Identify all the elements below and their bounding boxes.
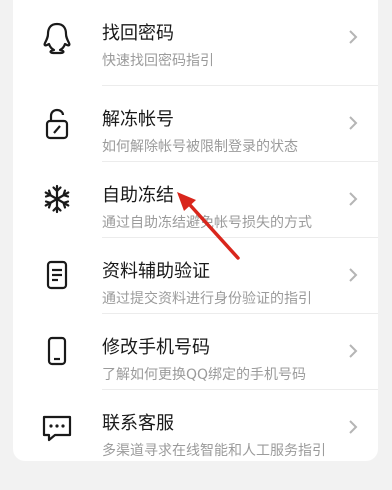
document-icon [39,257,75,293]
phone-icon [39,333,75,369]
chevron-right-icon [348,191,358,207]
menu-item-change-phone[interactable]: 修改手机号码 了解如何更换QQ绑定的手机号码 [13,314,378,389]
menu-item-document-verification[interactable]: 资料辅助验证 通过提交资料进行身份验证的指引 [13,238,378,313]
chevron-right-icon [348,115,358,131]
penguin-outline-icon [39,19,75,55]
chevron-right-icon [348,419,358,435]
item-title: 修改手机号码 [102,337,210,358]
item-title: 解冻帐号 [102,109,174,130]
item-title: 资料辅助验证 [102,261,210,282]
item-title: 找回密码 [102,23,174,44]
menu-item-unfreeze-account[interactable]: 解冻帐号 如何解除帐号被限制登录的状态 [13,86,378,161]
item-subtitle: 快速找回密码指引 [102,53,214,69]
item-subtitle: 通过自助冻结避免帐号损失的方式 [102,215,312,231]
snowflake-icon [39,181,75,217]
menu-item-contact-support[interactable]: 联系客服 多渠道寻求在线智能和人工服务指引 [13,390,378,461]
item-subtitle: 多渠道寻求在线智能和人工服务指引 [102,443,326,459]
item-subtitle: 了解如何更换QQ绑定的手机号码 [102,367,307,383]
item-subtitle: 如何解除帐号被限制登录的状态 [102,139,298,155]
chevron-right-icon [348,29,358,45]
unlock-icon [39,105,75,141]
security-menu-card: 找回密码 快速找回密码指引 解冻帐号 如何解除帐号被限制登录的状态 自助冻结 通… [13,0,378,461]
menu-item-self-freeze[interactable]: 自助冻结 通过自助冻结避免帐号损失的方式 [13,162,378,237]
item-title: 自助冻结 [102,185,174,206]
menu-item-recover-password[interactable]: 找回密码 快速找回密码指引 [13,0,378,75]
chevron-right-icon [348,267,358,283]
chevron-right-icon [348,343,358,359]
item-title: 联系客服 [102,413,174,434]
chat-bubble-icon [39,409,75,445]
item-subtitle: 通过提交资料进行身份验证的指引 [102,291,312,307]
